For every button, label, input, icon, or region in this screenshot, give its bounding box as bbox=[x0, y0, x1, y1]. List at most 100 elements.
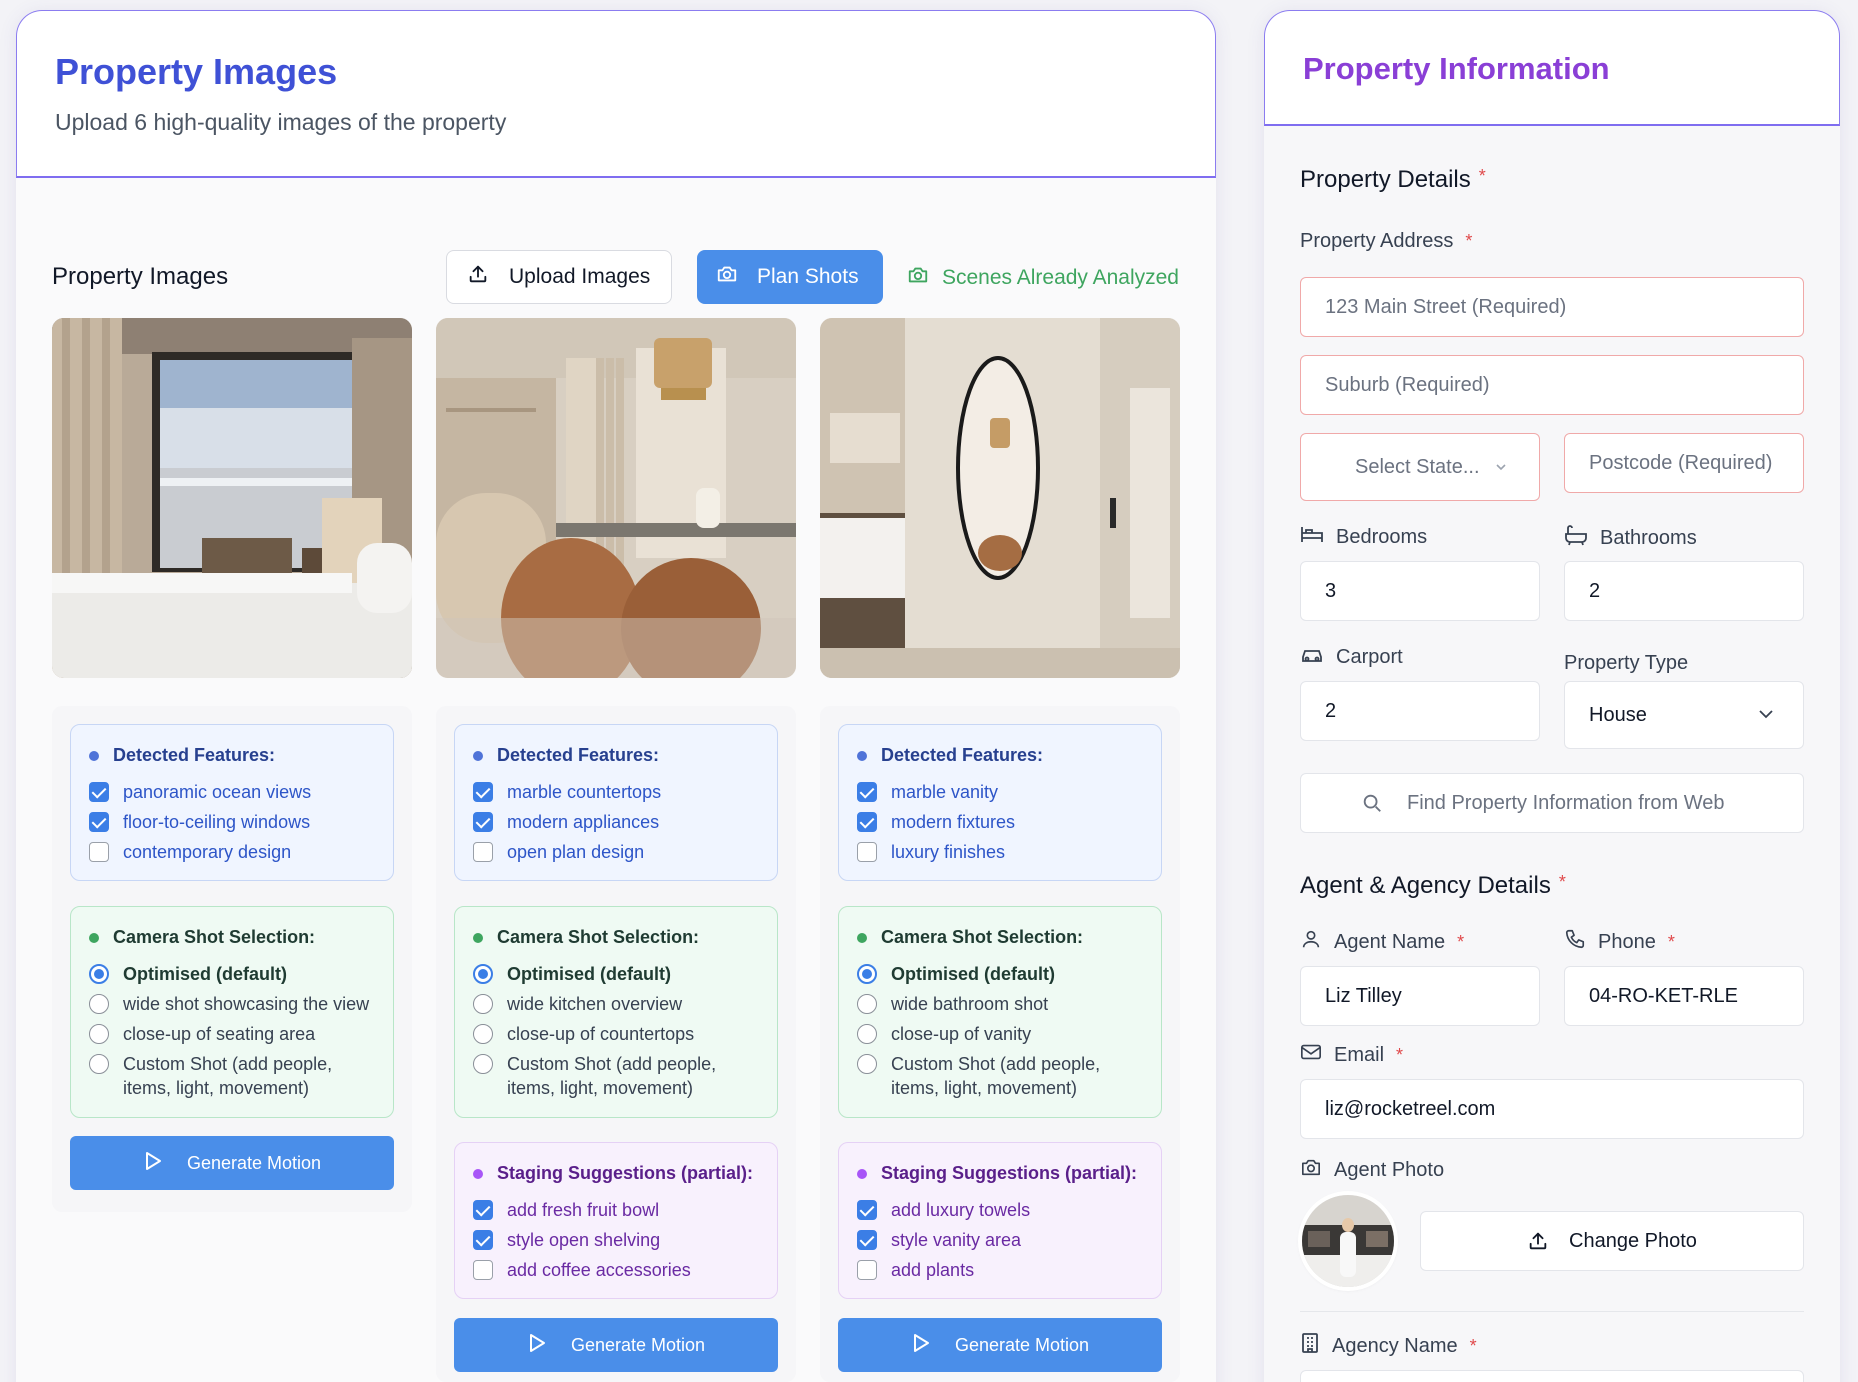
feature-checkbox[interactable]: contemporary design bbox=[89, 840, 375, 864]
staging-checkbox[interactable]: add coffee accessories bbox=[473, 1258, 759, 1282]
checkbox-checked-icon[interactable] bbox=[857, 1200, 877, 1220]
change-photo-button[interactable]: Change Photo bbox=[1420, 1211, 1804, 1271]
state-select[interactable]: Select State... bbox=[1300, 433, 1540, 501]
staging-title: Staging Suggestions (partial): bbox=[497, 1163, 754, 1183]
dot-icon bbox=[473, 1168, 483, 1179]
feature-label: marble countertops bbox=[507, 782, 662, 802]
suburb-input[interactable]: Suburb (Required) bbox=[1300, 355, 1804, 415]
chevron-down-icon bbox=[1494, 462, 1508, 472]
camera-shot-box: Camera Shot Selection: Optimised (defaul… bbox=[454, 906, 778, 1118]
radio-icon[interactable] bbox=[473, 994, 493, 1014]
feature-checkbox[interactable]: floor-to-ceiling windows bbox=[89, 810, 375, 834]
checkbox-checked-icon[interactable] bbox=[857, 1230, 877, 1250]
agent-name-input[interactable]: Liz Tilley bbox=[1300, 966, 1540, 1026]
building-icon bbox=[1300, 1332, 1320, 1360]
checkbox-unchecked-icon[interactable] bbox=[473, 1260, 493, 1280]
staging-title: Staging Suggestions (partial): bbox=[881, 1163, 1138, 1183]
phone-input[interactable]: 04-RO-KET-RLE bbox=[1564, 966, 1804, 1026]
shot-radio[interactable]: close-up of seating area bbox=[89, 1022, 375, 1046]
radio-icon[interactable] bbox=[473, 1024, 493, 1044]
bedrooms-input[interactable]: 3 bbox=[1300, 561, 1540, 621]
suburb-placeholder: Suburb (Required) bbox=[1325, 373, 1490, 396]
shot-radio[interactable]: Optimised (default) bbox=[89, 962, 375, 986]
radio-icon[interactable] bbox=[857, 994, 877, 1014]
feature-checkbox[interactable]: marble countertops bbox=[473, 780, 759, 804]
radio-icon[interactable] bbox=[473, 1054, 493, 1074]
shot-radio[interactable]: wide bathroom shot bbox=[857, 992, 1143, 1016]
shot-radio[interactable]: Custom Shot (add people, items, light, m… bbox=[89, 1052, 375, 1100]
radio-icon[interactable] bbox=[89, 1024, 109, 1044]
carport-input[interactable]: 2 bbox=[1300, 681, 1540, 741]
feature-checkbox[interactable]: modern appliances bbox=[473, 810, 759, 834]
dot-icon bbox=[857, 750, 867, 761]
feature-checkbox[interactable]: open plan design bbox=[473, 840, 759, 864]
checkbox-checked-icon[interactable] bbox=[473, 1200, 493, 1220]
shot-radio[interactable]: Optimised (default) bbox=[473, 962, 759, 986]
property-photo-bedroom[interactable] bbox=[52, 318, 412, 678]
checkbox-checked-icon[interactable] bbox=[89, 812, 109, 832]
radio-selected-icon[interactable] bbox=[89, 964, 109, 984]
staging-checkbox[interactable]: add plants bbox=[857, 1258, 1143, 1282]
carport-label-text: Carport bbox=[1336, 645, 1403, 668]
radio-selected-icon[interactable] bbox=[473, 964, 493, 984]
checkbox-checked-icon[interactable] bbox=[857, 812, 877, 832]
feature-checkbox[interactable]: marble vanity bbox=[857, 780, 1143, 804]
staging-checkbox[interactable]: style open shelving bbox=[473, 1228, 759, 1252]
street-input[interactable]: 123 Main Street (Required) bbox=[1300, 277, 1804, 337]
bathrooms-label-text: Bathrooms bbox=[1600, 526, 1697, 549]
shot-radio[interactable]: Optimised (default) bbox=[857, 962, 1143, 986]
generate-motion-button[interactable]: Generate Motion bbox=[454, 1318, 778, 1372]
radio-icon[interactable] bbox=[857, 1024, 877, 1044]
radio-icon[interactable] bbox=[89, 994, 109, 1014]
shot-radio[interactable]: close-up of countertops bbox=[473, 1022, 759, 1046]
radio-icon[interactable] bbox=[857, 1054, 877, 1074]
generate-motion-button[interactable]: Generate Motion bbox=[70, 1136, 394, 1190]
checkbox-checked-icon[interactable] bbox=[89, 782, 109, 802]
agency-name-input[interactable] bbox=[1300, 1370, 1804, 1382]
shot-radio[interactable]: wide kitchen overview bbox=[473, 992, 759, 1016]
feature-label: luxury finishes bbox=[891, 842, 1006, 862]
required-mark: * bbox=[1465, 231, 1473, 251]
feature-checkbox[interactable]: luxury finishes bbox=[857, 840, 1143, 864]
plan-shots-button[interactable]: Plan Shots bbox=[697, 250, 883, 304]
radio-icon[interactable] bbox=[89, 1054, 109, 1074]
detected-features-title: Detected Features: bbox=[497, 745, 660, 765]
checkbox-checked-icon[interactable] bbox=[473, 782, 493, 802]
postcode-input[interactable]: Postcode (Required) bbox=[1564, 433, 1804, 493]
property-photo-bathroom[interactable] bbox=[820, 318, 1180, 678]
feature-checkbox[interactable]: modern fixtures bbox=[857, 810, 1143, 834]
checkbox-unchecked-icon[interactable] bbox=[857, 842, 877, 862]
shot-radio[interactable]: Custom Shot (add people, items, light, m… bbox=[857, 1052, 1143, 1100]
find-web-label: Find Property Information from Web bbox=[1407, 791, 1725, 814]
staging-checkbox[interactable]: style vanity area bbox=[857, 1228, 1143, 1252]
dot-icon bbox=[89, 750, 99, 761]
dot-icon bbox=[857, 1168, 867, 1179]
checkbox-unchecked-icon[interactable] bbox=[89, 842, 109, 862]
property-photo-kitchen[interactable] bbox=[436, 318, 796, 678]
shot-radio[interactable]: close-up of vanity bbox=[857, 1022, 1143, 1046]
checkbox-checked-icon[interactable] bbox=[857, 782, 877, 802]
bathrooms-input[interactable]: 2 bbox=[1564, 561, 1804, 621]
checkbox-unchecked-icon[interactable] bbox=[473, 842, 493, 862]
shot-radio[interactable]: Custom Shot (add people, items, light, m… bbox=[473, 1052, 759, 1100]
phone-label-text: Phone bbox=[1598, 930, 1656, 953]
staging-suggestions-box: Staging Suggestions (partial): add fresh… bbox=[454, 1142, 778, 1299]
feature-label: floor-to-ceiling windows bbox=[123, 812, 311, 832]
shot-label: Custom Shot (add people, items, light, m… bbox=[123, 1054, 333, 1098]
feature-checkbox[interactable]: panoramic ocean views bbox=[89, 780, 375, 804]
checkbox-checked-icon[interactable] bbox=[473, 812, 493, 832]
property-type-select[interactable]: House bbox=[1564, 681, 1804, 749]
feature-label: modern fixtures bbox=[891, 812, 1016, 832]
generate-motion-button[interactable]: Generate Motion bbox=[838, 1318, 1162, 1372]
checkbox-unchecked-icon[interactable] bbox=[857, 1260, 877, 1280]
radio-selected-icon[interactable] bbox=[857, 964, 877, 984]
staging-checkbox[interactable]: add luxury towels bbox=[857, 1198, 1143, 1222]
bathrooms-value: 2 bbox=[1589, 579, 1601, 602]
email-input[interactable]: liz@rocketreel.com bbox=[1300, 1079, 1804, 1139]
staging-checkbox[interactable]: add fresh fruit bowl bbox=[473, 1198, 759, 1222]
checkbox-checked-icon[interactable] bbox=[473, 1230, 493, 1250]
upload-images-button[interactable]: Upload Images bbox=[446, 250, 672, 304]
upload-icon bbox=[1527, 1230, 1549, 1252]
find-property-web-button[interactable]: Find Property Information from Web bbox=[1300, 773, 1804, 833]
shot-radio[interactable]: wide shot showcasing the view bbox=[89, 992, 375, 1016]
